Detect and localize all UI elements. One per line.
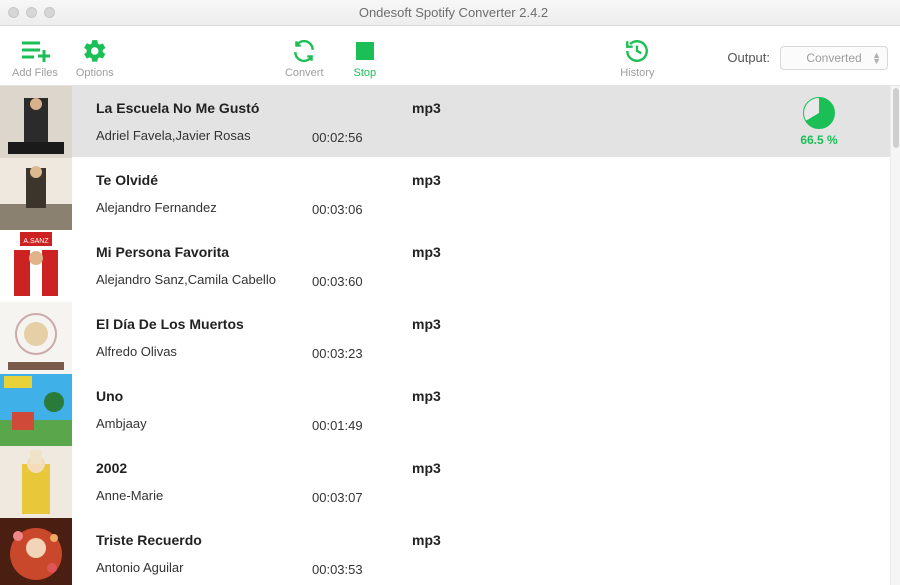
album-art	[0, 518, 72, 585]
track-format: mp3	[412, 158, 572, 188]
track-format: mp3	[412, 518, 572, 548]
album-art	[0, 302, 72, 374]
track-artist: Antonio Aguilar	[96, 560, 312, 575]
convert-label: Convert	[285, 67, 324, 79]
track-list: La Escuela No Me Gustó Adriel Favela,Javi…	[0, 86, 890, 585]
track-format: mp3	[412, 446, 572, 476]
stop-button[interactable]: Stop	[354, 37, 377, 79]
track-artist: Adriel Favela,Javier Rosas	[96, 128, 312, 143]
scrollbar-thumb[interactable]	[893, 88, 899, 148]
track-row[interactable]: La Escuela No Me Gustó Adriel Favela,Javi…	[0, 86, 890, 158]
track-artist: Alejandro Sanz,Camila Cabello	[96, 272, 312, 287]
stop-icon	[355, 37, 375, 65]
track-row[interactable]: Uno Ambjaay00:01:49mp3	[0, 374, 890, 446]
track-artist: Anne-Marie	[96, 488, 312, 503]
window-titlebar: Ondesoft Spotify Converter 2.4.2	[0, 0, 900, 26]
convert-button[interactable]: Convert	[285, 37, 324, 79]
track-duration: 00:02:56	[312, 130, 412, 157]
track-duration: 00:03:07	[312, 490, 412, 517]
track-duration: 00:01:49	[312, 418, 412, 445]
album-art: A.SANZ	[0, 230, 72, 302]
track-artist: Alejandro Fernandez	[96, 200, 312, 215]
track-duration: 00:03:23	[312, 346, 412, 373]
track-title: La Escuela No Me Gustó	[96, 100, 312, 116]
window-title: Ondesoft Spotify Converter 2.4.2	[15, 5, 892, 20]
history-button[interactable]: History	[620, 37, 654, 79]
progress-pie-icon	[803, 97, 835, 129]
album-art	[0, 374, 72, 446]
add-files-button[interactable]: Add Files	[12, 37, 58, 79]
track-duration: 00:03:06	[312, 202, 412, 229]
track-artist: Ambjaay	[96, 416, 312, 431]
album-art	[0, 446, 72, 518]
track-duration: 00:03:60	[312, 274, 412, 301]
track-title: Uno	[96, 388, 312, 404]
output-select[interactable]: Converted ▲▼	[780, 46, 888, 70]
history-label: History	[620, 67, 654, 79]
track-format: mp3	[412, 302, 572, 332]
album-art	[0, 86, 72, 158]
gear-icon	[82, 37, 108, 65]
options-button[interactable]: Options	[76, 37, 114, 79]
track-row[interactable]: Triste Recuerdo Antonio Aguilar00:03:53mp…	[0, 518, 890, 585]
track-format: mp3	[412, 374, 572, 404]
chevron-updown-icon: ▲▼	[872, 52, 881, 64]
playlist-add-icon	[20, 37, 50, 65]
output-label: Output:	[727, 50, 770, 65]
svg-text:A.SANZ: A.SANZ	[23, 238, 49, 245]
track-progress: 66.5 %	[764, 97, 874, 147]
track-artist: Alfredo Olivas	[96, 344, 312, 359]
stop-label: Stop	[354, 67, 377, 79]
output-select-value: Converted	[806, 51, 861, 65]
track-title: Triste Recuerdo	[96, 532, 312, 548]
track-format: mp3	[412, 86, 572, 116]
toolbar: Add Files Options Convert	[0, 26, 900, 86]
track-row[interactable]: A.SANZ Mi Persona Favorita Alejandro Sanz,…	[0, 230, 890, 302]
track-title: Mi Persona Favorita	[96, 244, 312, 260]
options-label: Options	[76, 67, 114, 79]
refresh-icon	[290, 37, 318, 65]
track-row[interactable]: El Día De Los Muertos Alfredo Olivas00:03…	[0, 302, 890, 374]
progress-percent: 66.5 %	[800, 133, 837, 147]
history-icon	[623, 37, 651, 65]
track-duration: 00:03:53	[312, 562, 412, 585]
album-art	[0, 158, 72, 230]
track-title: 2002	[96, 460, 312, 476]
track-title: El Día De Los Muertos	[96, 316, 312, 332]
add-files-label: Add Files	[12, 67, 58, 79]
track-row[interactable]: Te Olvidé Alejandro Fernandez00:03:06mp3	[0, 158, 890, 230]
track-row[interactable]: 2002 Anne-Marie00:03:07mp3	[0, 446, 890, 518]
scrollbar[interactable]	[890, 86, 900, 585]
track-format: mp3	[412, 230, 572, 260]
track-title: Te Olvidé	[96, 172, 312, 188]
